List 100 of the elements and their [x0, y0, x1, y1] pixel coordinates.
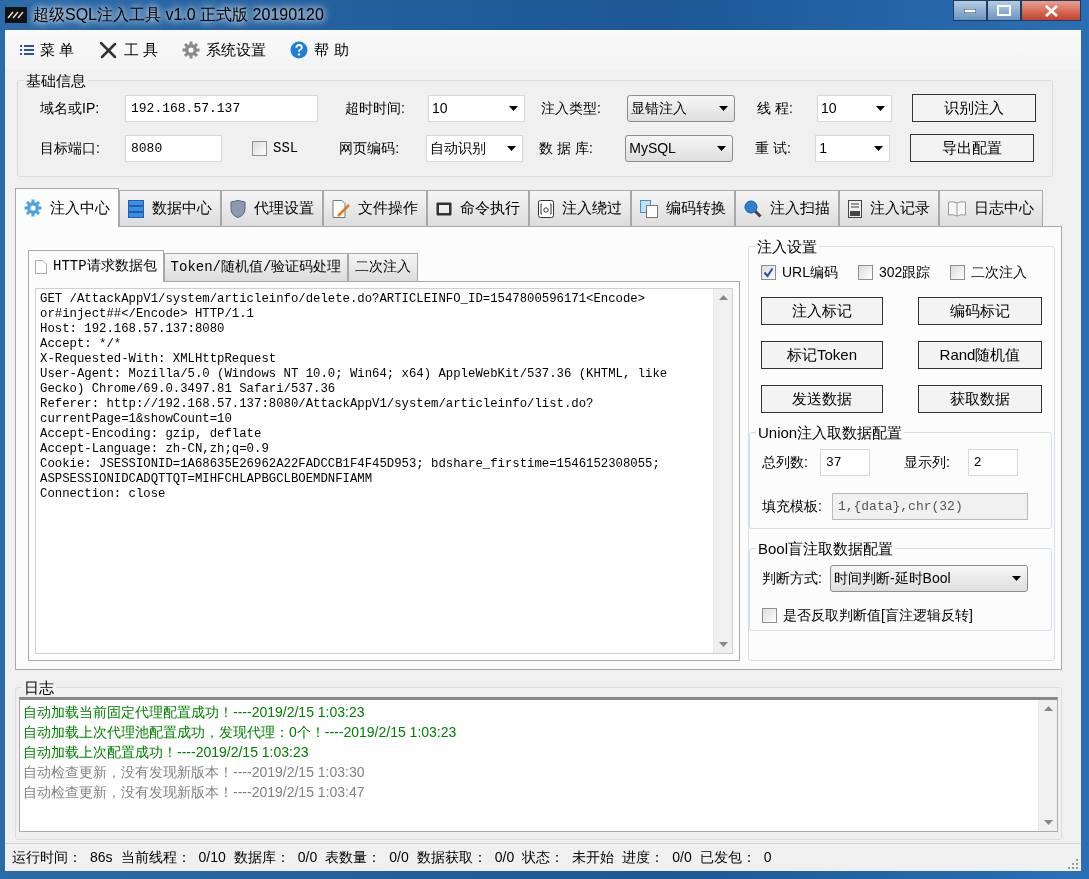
close-button[interactable]	[1021, 0, 1081, 21]
dropdown[interactable]: 自动识别	[426, 134, 524, 162]
checkbox[interactable]	[950, 265, 966, 280]
group-title: 基础信息	[25, 73, 87, 88]
request-line: Host: 192.168.57.137:8080	[40, 322, 226, 337]
input-field[interactable]: 2	[967, 448, 1018, 476]
checkbox[interactable]	[858, 265, 873, 280]
action-button[interactable]: 编码标记	[918, 297, 1042, 325]
scrollbar[interactable]	[1038, 700, 1057, 831]
request-line: Gecko) Chrome/69.0.3497.81 Safari/537.36	[40, 382, 337, 397]
action-button[interactable]: 获取数据	[918, 385, 1042, 413]
status-value: 0/0	[494, 848, 515, 867]
close-icon	[1044, 4, 1058, 17]
log-entry: 自动加载上次代理池配置成功，发现代理：0个！----2019/2/15 1:03:23	[23, 723, 458, 742]
caret-icon	[509, 105, 518, 111]
menu-item[interactable]: 帮 助	[290, 38, 349, 62]
menu-item[interactable]: 系统设置	[182, 38, 267, 62]
status-label: 表数量：	[325, 848, 382, 867]
action-button[interactable]: Rand随机值	[918, 341, 1042, 369]
tab[interactable]: 代理设置	[221, 190, 323, 226]
request-text-area[interactable]	[35, 288, 733, 654]
group-title: Union注入取数据配置	[757, 425, 904, 440]
action-button[interactable]: 发送数据	[761, 385, 883, 413]
status-value: 0/0	[297, 848, 318, 867]
tab[interactable]: 注入绕过	[529, 190, 631, 226]
tab[interactable]: HTTP请求数据包	[28, 250, 164, 282]
request-line: X-Requested-With: XMLHttpRequest	[40, 352, 278, 367]
down-arrow-icon	[718, 642, 728, 647]
tab[interactable]: 文件操作	[323, 190, 427, 226]
dropdown[interactable]: 10	[428, 94, 525, 122]
status-label: 已发包：	[699, 848, 756, 867]
bracket-box-icon	[538, 199, 554, 218]
tab[interactable]: 注入扫描	[735, 190, 839, 226]
field-label: 目标端口:	[40, 138, 101, 158]
tab[interactable]: 注入记录	[839, 190, 939, 226]
tab[interactable]: 日志中心	[939, 190, 1043, 226]
action-button[interactable]: 导出配置	[910, 134, 1035, 162]
field-label: 线 程:	[757, 98, 794, 118]
request-line: or#inject##</Encode> HTTP/1.1	[40, 307, 255, 322]
checkbox-label: 二次注入	[971, 263, 1028, 282]
help-icon	[290, 41, 309, 59]
field-label: 域名或IP:	[40, 98, 101, 118]
request-line: Accept: */*	[40, 337, 123, 352]
checkbox[interactable]	[761, 265, 776, 280]
up-arrow-icon	[1043, 706, 1053, 711]
tab[interactable]: 编码转换	[631, 190, 735, 226]
minimize-button[interactable]	[953, 0, 987, 21]
action-button[interactable]: 标记Token	[761, 341, 883, 369]
terminal-icon	[436, 201, 452, 216]
dropdown[interactable]: 1	[815, 134, 891, 162]
field-label: 重 试:	[755, 138, 792, 158]
action-button[interactable]: 识别注入	[912, 94, 1036, 122]
tab[interactable]: 命令执行	[427, 190, 529, 226]
scrollbar[interactable]	[713, 289, 732, 653]
status-label: 运行时间：	[12, 848, 82, 867]
page-icon	[35, 259, 47, 274]
caret-icon	[719, 105, 728, 111]
input-field[interactable]: 8080	[125, 134, 222, 162]
input-field[interactable]: 37	[819, 448, 870, 476]
search-icon	[744, 199, 762, 218]
menu-item[interactable]: 工 具	[98, 38, 159, 62]
tab[interactable]: 注入中心	[15, 188, 119, 227]
checkbox[interactable]	[762, 607, 777, 623]
request-line: ASPSESSIONIDCADQTTQT=MIHFCHLAPBGCLBOEMDNFIAMM	[40, 472, 374, 487]
dropdown[interactable]: 时间判断-延时Bool	[829, 564, 1028, 592]
group-title: 注入设置	[756, 239, 818, 254]
caret-icon	[717, 145, 727, 151]
field-label: 注入类型:	[541, 98, 602, 118]
request-line: Accept-Language: zh-CN,zh;q=0.9	[40, 442, 270, 457]
caret-icon	[507, 145, 517, 151]
tab[interactable]: Token/随机值/验证码处理	[163, 253, 349, 281]
app-logo-icon	[5, 7, 27, 23]
tab[interactable]: 二次注入	[348, 253, 419, 281]
maximize-button[interactable]	[987, 0, 1021, 21]
menu-item[interactable]: 菜 单	[20, 38, 75, 62]
minimize-icon	[964, 8, 976, 13]
shield-icon	[230, 199, 246, 218]
status-value: 86s	[90, 848, 113, 867]
group-title: Bool盲注取数据配置	[757, 541, 895, 556]
status-label: 数据获取：	[416, 848, 487, 867]
action-button[interactable]: 注入标记	[761, 297, 883, 325]
checkbox[interactable]	[252, 140, 267, 156]
dropdown[interactable]: 10	[817, 94, 892, 122]
dropdown[interactable]: 显错注入	[627, 94, 735, 122]
tab[interactable]: 数据中心	[119, 190, 221, 226]
request-line: GET /AttackAppV1/system/articleinfo/delete.do?ARTICLEINFO_ID=1547800596171<Encode>	[40, 292, 647, 307]
status-label: 数据库：	[233, 848, 290, 867]
status-value: 未开始	[572, 848, 615, 867]
gear-icon	[182, 41, 201, 59]
list-icon	[20, 44, 34, 56]
log-entry: 自动检查更新，没有发现新版本！----2019/2/15 1:03:30	[23, 763, 366, 782]
caret-icon	[874, 145, 884, 151]
checkbox-label: URL编码	[782, 263, 838, 282]
caret-icon	[876, 105, 885, 111]
input-field[interactable]: 192.168.57.137	[125, 94, 318, 122]
status-value: 0	[763, 848, 772, 867]
status-value: 0/0	[672, 848, 692, 867]
field-label: 显示列:	[903, 452, 950, 472]
dropdown[interactable]: MySQL	[625, 134, 734, 162]
crossed-tools-icon	[98, 40, 119, 60]
